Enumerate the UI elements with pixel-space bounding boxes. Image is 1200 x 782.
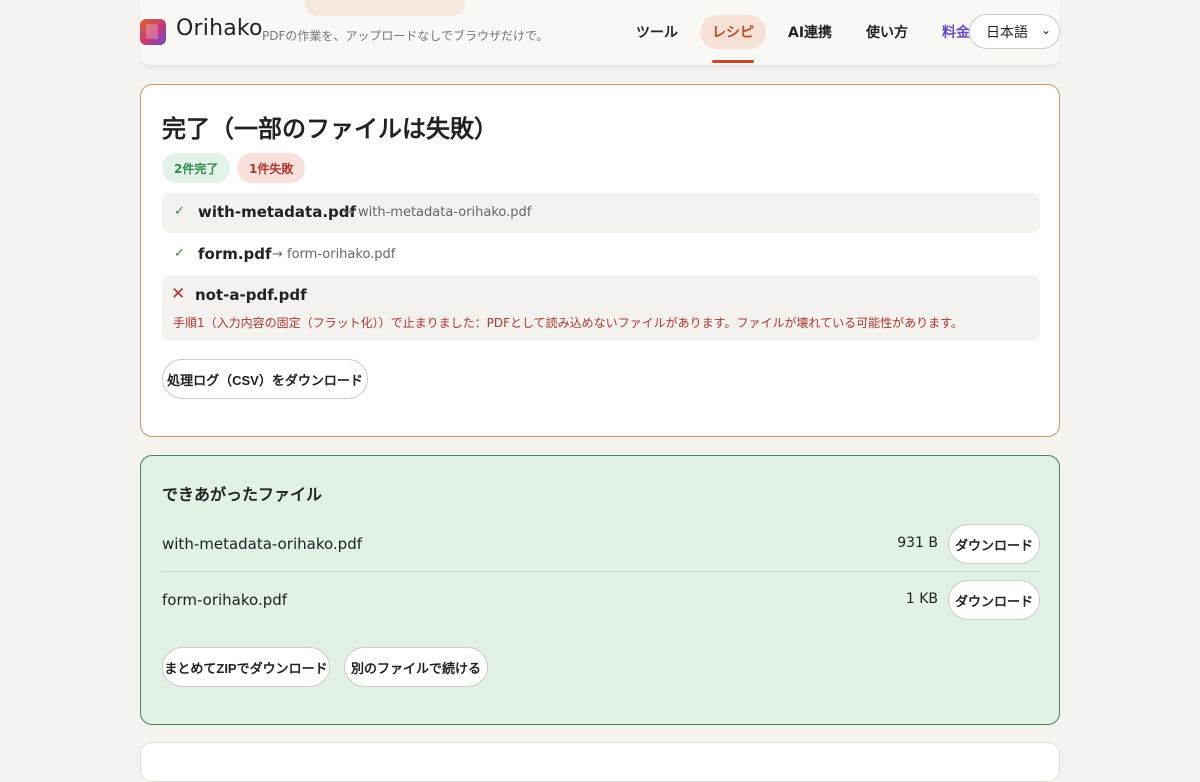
source-file-name: not-a-pdf.pdf [195,286,307,304]
source-file-name: with-metadata.pdf [198,203,357,221]
nav-how-to[interactable]: 使い方 [854,15,920,49]
top-header: Orihako PDFの作業を、アップロードなしでブラウザだけで。 ツール レシ… [140,0,1060,66]
check-icon: ✓ [174,204,185,219]
output-file-name: with-metadata-orihako.pdf [162,535,362,553]
brand-name[interactable]: Orihako [176,16,263,41]
nav-tools[interactable]: ツール [624,15,690,49]
result-file-row: ✓ with-metadata.pdf → with-metadata-orih… [162,193,1040,233]
download-button[interactable]: ダウンロード [948,524,1040,564]
language-value: 日本語 [986,24,1028,41]
nav-ai-integration[interactable]: AI連携 [776,15,844,49]
output-files-card: できあがったファイル with-metadata-orihako.pdf 931… [140,455,1060,725]
brand-tagline: PDFの作業を、アップロードなしでブラウザだけで。 [262,29,549,43]
download-zip-button[interactable]: まとめてZIPでダウンロード [162,647,330,687]
check-icon: ✓ [174,246,185,261]
output-file-size: 931 B [897,535,938,551]
output-file-row: form-orihako.pdf 1 KB ダウンロード [162,576,1040,624]
failed-count-badge: 1件失敗 [237,153,306,183]
output-files-title: できあがったファイル [162,485,323,504]
output-file-name: form-orihako.pdf [162,591,288,609]
output-file-name: → form-orihako.pdf [272,247,396,262]
output-file-name: → with-metadata-orihako.pdf [343,205,532,220]
result-title: 完了（一部のファイルは失敗） [162,115,498,143]
header-decoration [305,0,465,16]
output-file-row: with-metadata-orihako.pdf 931 B ダウンロード [162,520,1040,572]
orihako-logo-icon[interactable] [140,19,166,45]
main-nav: ツール レシピ AI連携 使い方 料金 [624,14,992,63]
error-x-icon: ✕ [171,284,186,304]
output-file-size: 1 KB [905,591,938,607]
success-count-badge: 2件完了 [162,153,231,183]
continue-with-another-file-button[interactable]: 別のファイルで続ける [344,647,488,687]
result-card: 完了（一部のファイルは失敗） 2件完了 1件失敗 ✓ with-metadata… [140,84,1060,437]
download-log-csv-button[interactable]: 処理ログ（CSV）をダウンロード [162,359,368,399]
nav-recipes[interactable]: レシピ [700,15,766,63]
result-file-row: ✓ form.pdf → form-orihako.pdf [162,235,1040,273]
error-message: 手順1（入力内容の固定（フラット化））で止まりました：PDFとして読み込めないフ… [173,316,963,330]
download-button[interactable]: ダウンロード [948,580,1040,620]
language-select[interactable]: 日本語 ⌄ [969,14,1060,49]
result-file-row-failed: ✕ not-a-pdf.pdf 手順1（入力内容の固定（フラット化））で止まりま… [162,275,1040,341]
chevron-down-icon: ⌄ [1040,23,1051,37]
source-file-name: form.pdf [198,245,272,263]
next-card [140,742,1060,782]
